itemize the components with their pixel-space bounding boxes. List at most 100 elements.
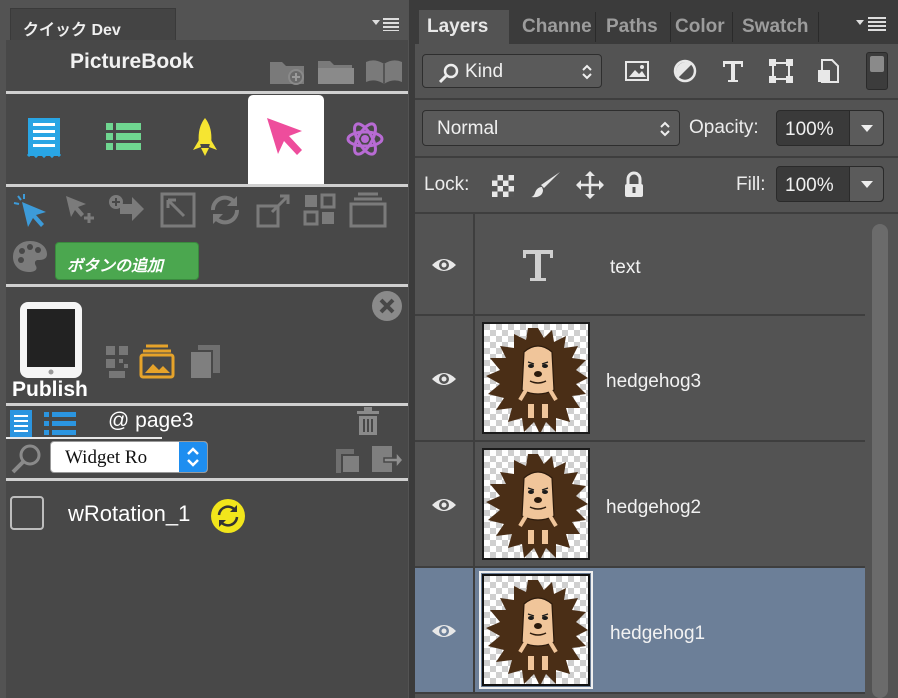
- image-filter-icon[interactable]: [622, 56, 652, 86]
- scale-icon[interactable]: [254, 190, 294, 230]
- stack-icon[interactable]: [348, 190, 388, 230]
- chevron-updown-icon: [582, 64, 592, 80]
- lock-transparent-icon[interactable]: [489, 170, 517, 200]
- lock-all-icon[interactable]: [620, 170, 648, 200]
- lock-position-icon[interactable]: [575, 170, 604, 200]
- rotate-icon[interactable]: [205, 190, 245, 230]
- text-layer-icon: [523, 250, 553, 281]
- blend-mode-value: Normal: [437, 118, 499, 139]
- layer-name[interactable]: hedgehog1: [610, 623, 705, 645]
- type-filter-icon[interactable]: [718, 56, 748, 86]
- shape-filter-icon[interactable]: [766, 56, 796, 86]
- tab-divider: [595, 12, 596, 42]
- tab-color[interactable]: Color: [667, 10, 731, 44]
- layer-thumbnail: [482, 322, 590, 434]
- visibility-toggle[interactable]: [415, 316, 475, 440]
- select-cursor-icon[interactable]: [12, 192, 52, 232]
- image-stack-icon[interactable]: [138, 342, 176, 380]
- separator: [6, 478, 408, 481]
- export-icon[interactable]: [368, 443, 404, 475]
- search-icon[interactable]: [10, 443, 44, 475]
- tablet-icon[interactable]: [18, 300, 86, 382]
- list-view-icon[interactable]: [42, 409, 78, 437]
- page-underline: [6, 437, 162, 439]
- visibility-toggle[interactable]: [415, 568, 475, 692]
- palette-icon[interactable]: [10, 236, 50, 276]
- page-tool-icon[interactable]: [20, 112, 70, 162]
- fill-input[interactable]: 100%: [776, 166, 884, 202]
- widget-type-select[interactable]: Widget Ro: [50, 441, 208, 473]
- book-icon[interactable]: [364, 56, 404, 86]
- chevron-updown-icon: [179, 442, 207, 472]
- separator: [415, 98, 898, 100]
- select-tool-icon[interactable]: [260, 112, 310, 162]
- panel-menu-icon[interactable]: [372, 17, 400, 31]
- panel-menu-icon[interactable]: [856, 16, 888, 32]
- paste-icon[interactable]: [332, 445, 364, 475]
- widget-name[interactable]: wRotation_1: [68, 501, 190, 527]
- layer-name[interactable]: text: [610, 257, 641, 279]
- layer-row-text[interactable]: text: [415, 214, 865, 316]
- layer-row-hedgehog2[interactable]: hedgehog2: [415, 442, 865, 568]
- adjustment-filter-icon[interactable]: [670, 56, 700, 86]
- quick-dev-tab-label: クイック Dev: [23, 22, 121, 39]
- project-title: PictureBook: [70, 50, 194, 73]
- rotation-badge-icon: [210, 498, 246, 534]
- atom-tool-icon[interactable]: [340, 112, 390, 162]
- visibility-toggle[interactable]: [415, 214, 475, 314]
- blend-mode-select[interactable]: Normal: [422, 110, 680, 146]
- layer-thumbnail: [482, 448, 590, 560]
- quick-dev-tab[interactable]: クイック Dev: [10, 8, 176, 40]
- copy-icon[interactable]: [186, 342, 224, 380]
- fill-value: 100%: [785, 175, 834, 196]
- list-tool-icon[interactable]: [98, 112, 148, 162]
- move-tool-icon[interactable]: [60, 190, 100, 230]
- resize-icon[interactable]: [158, 190, 198, 230]
- separator: [6, 184, 408, 187]
- tab-color-label: Color: [675, 16, 725, 37]
- eye-icon: [432, 259, 456, 271]
- trash-icon[interactable]: [354, 405, 382, 437]
- hedgehog-thumbnail: [484, 576, 588, 684]
- opacity-input[interactable]: 100%: [776, 110, 884, 146]
- tab-paths-label: Paths: [606, 16, 658, 37]
- tab-divider: [818, 12, 819, 42]
- tab-channels[interactable]: Channe: [514, 10, 594, 44]
- fill-label: Fill:: [736, 174, 766, 195]
- close-icon[interactable]: [370, 289, 404, 323]
- separator: [415, 156, 898, 158]
- layer-row-hedgehog1[interactable]: hedgehog1: [415, 568, 865, 694]
- page-view-icon[interactable]: [8, 409, 36, 439]
- layer-name[interactable]: hedgehog2: [606, 497, 701, 519]
- lock-paint-icon[interactable]: [530, 170, 560, 200]
- rocket-tool-icon[interactable]: [180, 112, 230, 162]
- current-page-label: @ page3: [108, 409, 194, 432]
- publish-label[interactable]: Publish: [12, 378, 88, 402]
- lock-label: Lock:: [424, 174, 470, 195]
- fill-dropdown-button[interactable]: [849, 167, 883, 201]
- separator: [6, 284, 408, 287]
- separator: [6, 91, 408, 94]
- visibility-toggle[interactable]: [415, 442, 475, 566]
- add-arrow-icon[interactable]: [106, 190, 146, 230]
- folder-icon[interactable]: [316, 56, 356, 86]
- filter-toggle[interactable]: [866, 52, 888, 90]
- tab-swatches[interactable]: Swatch: [734, 10, 818, 44]
- widget-select-value: Widget Ro: [65, 447, 148, 468]
- tab-paths[interactable]: Paths: [598, 10, 670, 44]
- qr-code-icon[interactable]: [104, 344, 130, 380]
- layer-row-hedgehog3[interactable]: hedgehog3: [415, 316, 865, 442]
- grid-icon[interactable]: [300, 190, 340, 230]
- layers-scroll-thumb[interactable]: [872, 224, 888, 698]
- chevron-down-icon: [861, 181, 873, 188]
- eye-icon: [432, 499, 456, 511]
- layer-name[interactable]: hedgehog3: [606, 371, 701, 393]
- opacity-dropdown-button[interactable]: [849, 111, 883, 145]
- chevron-updown-icon: [660, 121, 670, 137]
- smart-object-filter-icon[interactable]: [814, 56, 844, 86]
- filter-kind-select[interactable]: Kind: [422, 54, 602, 88]
- tooltip-text: ボタンの追加: [67, 258, 164, 275]
- new-folder-icon[interactable]: [268, 56, 308, 86]
- widget-checkbox[interactable]: [10, 496, 44, 530]
- tab-layers[interactable]: Layers: [419, 10, 509, 44]
